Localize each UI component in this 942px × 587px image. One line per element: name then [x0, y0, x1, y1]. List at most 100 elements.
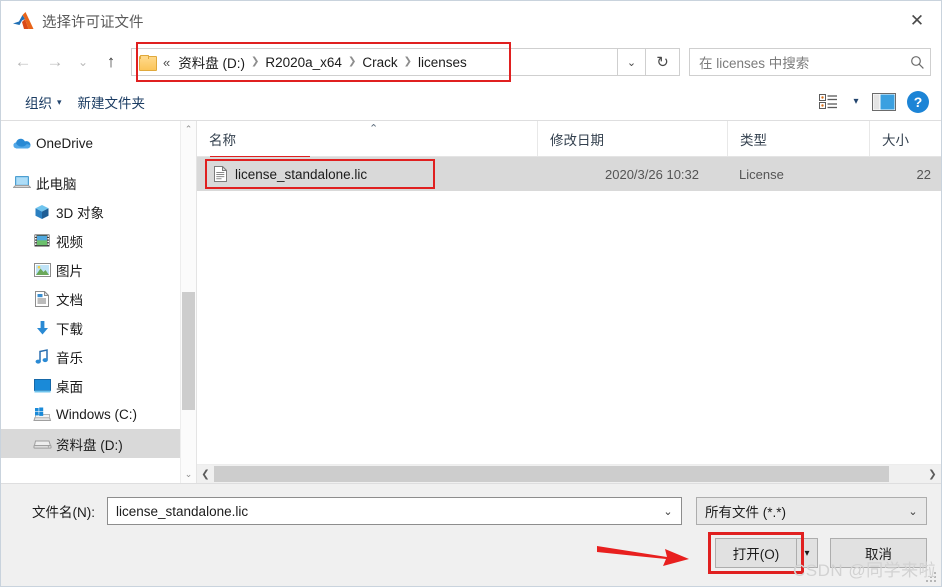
filename-value: license_standalone.lic [116, 503, 249, 519]
refresh-icon[interactable]: ↻ [646, 48, 680, 76]
breadcrumb-dropdown-icon[interactable]: ⌄ [618, 48, 646, 76]
view-list-icon[interactable] [811, 89, 845, 115]
breadcrumb-separator-icon[interactable]: ❯ [403, 56, 413, 67]
search-icon[interactable] [904, 55, 930, 70]
sidebar-item-label: 桌面 [56, 379, 83, 395]
scroll-right-icon[interactable]: ❯ [924, 465, 941, 483]
sidebar-item-3d-objects[interactable]: 3D 对象 [1, 197, 180, 226]
breadcrumb-separator-icon[interactable]: ❯ [347, 56, 357, 67]
sidebar-scrollbar[interactable]: ⌃ ⌄ [180, 121, 196, 483]
recent-locations-icon[interactable]: ⌄ [71, 47, 95, 77]
close-icon[interactable]: ✕ [893, 1, 941, 41]
breadcrumb-item-2[interactable]: Crack [357, 53, 402, 72]
filetype-value: 所有文件 (*.*) [705, 505, 786, 520]
open-button[interactable]: 打开(O) [715, 538, 797, 568]
column-header-name[interactable]: 名称 ⌃ [197, 121, 537, 156]
window-title: 选择许可证文件 [42, 14, 144, 31]
folder-icon [139, 55, 157, 71]
breadcrumb-item-1[interactable]: R2020a_x64 [260, 53, 347, 72]
sidebar-item-data-drive-d[interactable]: 资料盘 (D:) [1, 429, 180, 458]
sidebar-item-label: 视频 [56, 234, 83, 250]
file-modified-cell: 2020/3/26 10:32 [605, 166, 699, 182]
scrollbar-thumb[interactable] [182, 292, 195, 411]
sidebar-item-label: 文档 [56, 292, 83, 308]
sidebar-item-windows-c[interactable]: Windows (C:) [1, 400, 180, 429]
documents-icon [31, 290, 53, 307]
chevron-down-icon[interactable]: ⌄ [655, 505, 681, 518]
file-list-pane: 名称 ⌃ 修改日期 类型 大小 license_standalone.lic 2… [197, 121, 941, 483]
filetype-select[interactable]: 所有文件 (*.*) ⌄ [696, 497, 927, 525]
sidebar-item-label: 资料盘 (D:) [56, 437, 123, 453]
up-icon[interactable]: ↑ [95, 47, 127, 77]
breadcrumb-overflow-icon[interactable]: « [162, 55, 173, 70]
videos-icon [31, 233, 53, 248]
sidebar-item-music[interactable]: 音乐 [1, 342, 180, 371]
scroll-down-icon[interactable]: ⌄ [181, 466, 196, 483]
sidebar-item-desktop[interactable]: 桌面 [1, 371, 180, 400]
open-button-group: 打开(O) ▾ [708, 532, 818, 574]
breadcrumb-item-0[interactable]: 资料盘 (D:) [173, 50, 250, 74]
organize-button[interactable]: 组织 ▾ [17, 88, 70, 116]
column-header-modified[interactable]: 修改日期 [537, 121, 727, 156]
hscrollbar-track[interactable] [214, 465, 924, 483]
scroll-left-icon[interactable]: ❮ [197, 465, 214, 483]
sidebar-item-label: Windows (C:) [56, 407, 138, 422]
scroll-up-icon[interactable]: ⌃ [181, 121, 196, 138]
preview-pane-icon[interactable] [867, 89, 901, 115]
new-folder-label: 新建文件夹 [77, 95, 146, 111]
file-size-cell: 22 [916, 166, 931, 182]
sidebar-item-label: 下载 [56, 321, 83, 337]
downloads-icon [31, 320, 53, 336]
sidebar-item-this-pc[interactable]: 此电脑 [1, 168, 180, 197]
matlab-logo-icon [11, 10, 37, 32]
search-input[interactable]: 在 licenses 中搜索 [689, 48, 931, 76]
address-bar: ← → ⌄ ↑ « 资料盘 (D:) ❯ R2020a_x64 ❯ Crack … [1, 41, 941, 83]
sidebar-item-label: 此电脑 [36, 176, 77, 192]
breadcrumb-segments: « 资料盘 (D:) ❯ R2020a_x64 ❯ Crack ❯ licens… [162, 50, 472, 74]
file-name-cell[interactable]: license_standalone.lic [197, 166, 537, 182]
sidebar-item-label: 图片 [56, 263, 83, 279]
onedrive-cloud-icon [11, 137, 33, 150]
column-header-type[interactable]: 类型 [727, 121, 869, 156]
3d-objects-icon [31, 204, 53, 220]
filename-input[interactable]: license_standalone.lic ⌄ [107, 497, 682, 525]
column-header-label: 名称 [209, 132, 236, 148]
scrollbar-track[interactable] [181, 138, 196, 466]
column-headers: 名称 ⌃ 修改日期 类型 大小 [197, 121, 941, 158]
column-header-size[interactable]: 大小 [869, 121, 941, 156]
hscrollbar-thumb[interactable] [214, 466, 889, 482]
file-list-horizontal-scrollbar[interactable]: ❮ ❯ [197, 464, 941, 483]
sidebar-item-label: 音乐 [56, 350, 83, 366]
sidebar-item-pictures[interactable]: 图片 [1, 255, 180, 284]
breadcrumb-item-3[interactable]: licenses [413, 53, 472, 72]
windows-drive-icon [31, 407, 53, 422]
music-icon [31, 348, 53, 365]
sort-ascending-icon: ⌃ [369, 123, 379, 135]
back-icon[interactable]: ← [7, 47, 39, 77]
open-dropdown-icon[interactable]: ▾ [797, 538, 818, 568]
forward-icon[interactable]: → [39, 47, 71, 77]
command-toolbar: 组织 ▾ 新建文件夹 ▾ ? [1, 83, 941, 121]
chevron-down-icon[interactable]: ⌄ [900, 505, 926, 518]
view-dropdown-icon[interactable]: ▾ [845, 89, 867, 115]
sidebar-item-downloads[interactable]: 下载 [1, 313, 180, 342]
sidebar-item-onedrive[interactable]: OneDrive [1, 129, 180, 158]
breadcrumb-separator-icon[interactable]: ❯ [250, 56, 260, 67]
action-buttons: 打开(O) ▾ 取消 [15, 532, 927, 574]
dialog-body: OneDrive 此电脑 3D 对象 视频 图片 文档 下载 音乐 桌面 Win… [1, 121, 941, 484]
help-button[interactable]: ? [907, 90, 929, 113]
organize-label: 组织 [25, 95, 52, 111]
sidebar-item-label: 3D 对象 [56, 205, 105, 221]
sidebar-item-videos[interactable]: 视频 [1, 226, 180, 255]
breadcrumb-bar: « 资料盘 (D:) ❯ R2020a_x64 ❯ Crack ❯ licens… [131, 42, 646, 82]
new-folder-button[interactable]: 新建文件夹 [70, 88, 154, 116]
sidebar-item-documents[interactable]: 文档 [1, 284, 180, 313]
column-header-label: 修改日期 [550, 132, 604, 148]
resize-grip-icon [926, 572, 938, 584]
hard-drive-icon [31, 437, 53, 450]
table-row[interactable]: license_standalone.lic 2020/3/26 10:32 L… [197, 157, 941, 191]
breadcrumb[interactable]: « 资料盘 (D:) ❯ R2020a_x64 ❯ Crack ❯ licens… [131, 42, 618, 82]
filename-label: 文件名(N): [32, 505, 95, 520]
cancel-button[interactable]: 取消 [830, 538, 927, 568]
